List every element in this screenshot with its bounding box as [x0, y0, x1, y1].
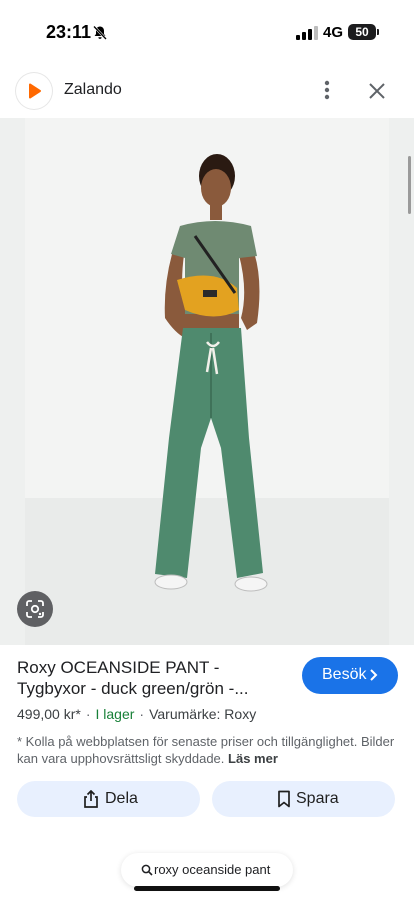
search-query: roxy oceanside pant [154, 862, 271, 877]
disclaimer-text: * Kolla på webbplatsen för senaste prise… [17, 734, 395, 766]
product-meta: 499,00 kr* · I lager · Varumärke: Roxy [17, 706, 256, 722]
bell-slash-icon [93, 25, 107, 40]
product-photo[interactable] [25, 118, 389, 645]
product-title[interactable]: Roxy OCEANSIDE PANT - Tygbyxor - duck gr… [17, 657, 287, 699]
share-label: Dela [105, 790, 138, 807]
product-image-area[interactable] [0, 118, 414, 645]
search-icon [141, 864, 153, 876]
product-title-line2: Tygbyxor - duck green/grön -... [17, 679, 249, 698]
disclaimer: * Kolla på webbplatsen för senaste prise… [17, 733, 397, 767]
product-title-line1: Roxy OCEANSIDE PANT - [17, 658, 220, 677]
lens-icon [26, 600, 44, 618]
battery-icon: 50 [348, 24, 376, 40]
share-icon [84, 790, 98, 808]
network-type: 4G [323, 24, 344, 41]
signal-icon [296, 26, 318, 40]
chevron-right-icon [370, 669, 378, 681]
zalando-play-icon [29, 83, 41, 99]
visit-button[interactable]: Besök [302, 657, 398, 694]
save-button[interactable]: Spara [212, 781, 395, 817]
scrollbar[interactable] [408, 156, 411, 214]
save-label: Spara [296, 790, 339, 807]
home-indicator[interactable] [134, 886, 280, 891]
battery-cap [377, 29, 379, 35]
separator: · [85, 706, 91, 722]
visit-button-label: Besök [322, 666, 367, 683]
status-time: 23:11 [46, 22, 92, 42]
site-name: Zalando [64, 81, 122, 98]
read-more-link[interactable]: Läs mer [228, 751, 278, 766]
separator: · [139, 706, 145, 722]
search-query-pill[interactable]: roxy oceanside pant [121, 853, 293, 887]
more-vert-icon[interactable] [316, 78, 338, 102]
close-icon[interactable] [366, 80, 388, 102]
stock-status: I lager [95, 706, 135, 722]
model-illustration [25, 118, 389, 645]
brand: Varumärke: Roxy [149, 706, 257, 722]
bookmark-icon [278, 790, 290, 808]
price: 499,00 kr* [17, 706, 81, 722]
site-header: Zalando [0, 64, 414, 118]
lens-button[interactable] [17, 591, 53, 627]
share-button[interactable]: Dela [17, 781, 200, 817]
zalando-logo[interactable] [16, 73, 52, 109]
status-bar: 23:11 4G 50 [0, 0, 414, 64]
